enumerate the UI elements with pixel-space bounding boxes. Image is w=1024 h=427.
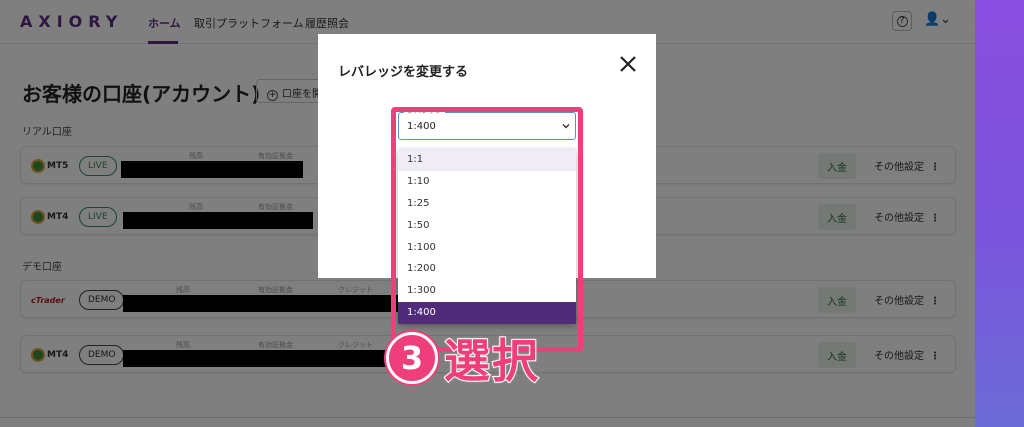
side-gradient-panel [975,0,1024,427]
modal-title: レバレッジを変更する [338,65,469,80]
step-number-badge: 3 [386,332,438,384]
close-icon[interactable] [618,54,638,74]
step-annotation: 3 選択 [386,327,586,389]
annotation-highlight-frame [391,107,583,352]
step-instruction: 選択 [443,333,540,389]
